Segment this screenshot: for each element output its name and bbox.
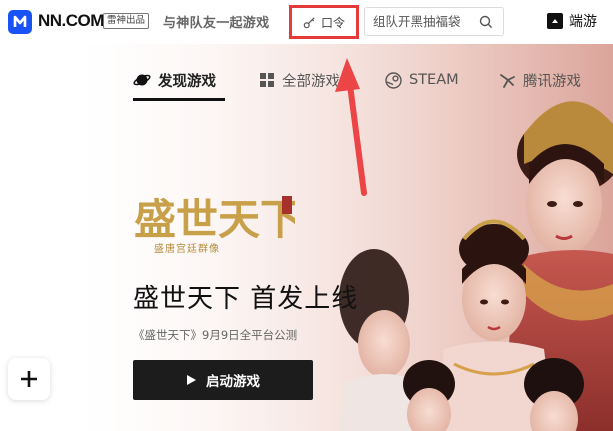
search-icon[interactable] [479,15,493,29]
nn-logo-icon[interactable] [8,10,32,34]
active-tab-indicator [133,98,225,101]
passcode-label: 口令 [320,15,345,30]
gamepad-icon [547,13,563,29]
tencent-icon [500,73,515,88]
logo-art-main: 盛世天下 [134,195,295,244]
grid-icon [260,73,274,87]
hero-title: 盛世天下 首发上线 [133,284,359,314]
top-header: NN.COM 雷神出品 与神队友一起游戏 口令 端游 [0,0,613,44]
client-game-label: 端游 [569,14,597,30]
tab-label: 腾讯游戏 [523,73,581,90]
launch-game-button[interactable]: 启动游戏 [133,360,313,400]
passcode-button[interactable]: 口令 [289,5,359,39]
planet-icon [133,74,151,86]
tab-label: 全部游戏 [282,73,340,90]
add-button[interactable] [8,358,50,400]
tab-steam[interactable]: STEAM [385,68,459,92]
logo-text[interactable]: NN.COM [38,11,104,31]
game-logo-art: 盛世天下 盛唐宫廷群像 [134,195,295,255]
client-game-link[interactable]: 端游 [547,11,597,31]
launch-game-label: 启动游戏 [206,374,260,390]
logo-art-sub: 盛唐宫廷群像 [154,242,220,255]
tab-all-games[interactable]: 全部游戏 [259,68,340,92]
tab-label: 发现游戏 [158,73,216,90]
plus-icon [21,371,37,387]
slogan: 与神队友一起游戏 [163,16,270,31]
key-icon [303,16,315,28]
tab-tencent[interactable]: 腾讯游戏 [499,68,581,92]
steam-icon [385,71,402,89]
brand-badge: 雷神出品 [103,13,150,29]
hero-subtitle: 《盛世天下》9月9日全平台公测 [133,328,298,342]
search-input[interactable] [373,14,473,29]
search-box[interactable] [364,7,504,36]
tab-discover[interactable]: 发现游戏 [133,68,216,92]
play-icon [187,375,196,385]
tab-label: STEAM [409,72,459,88]
